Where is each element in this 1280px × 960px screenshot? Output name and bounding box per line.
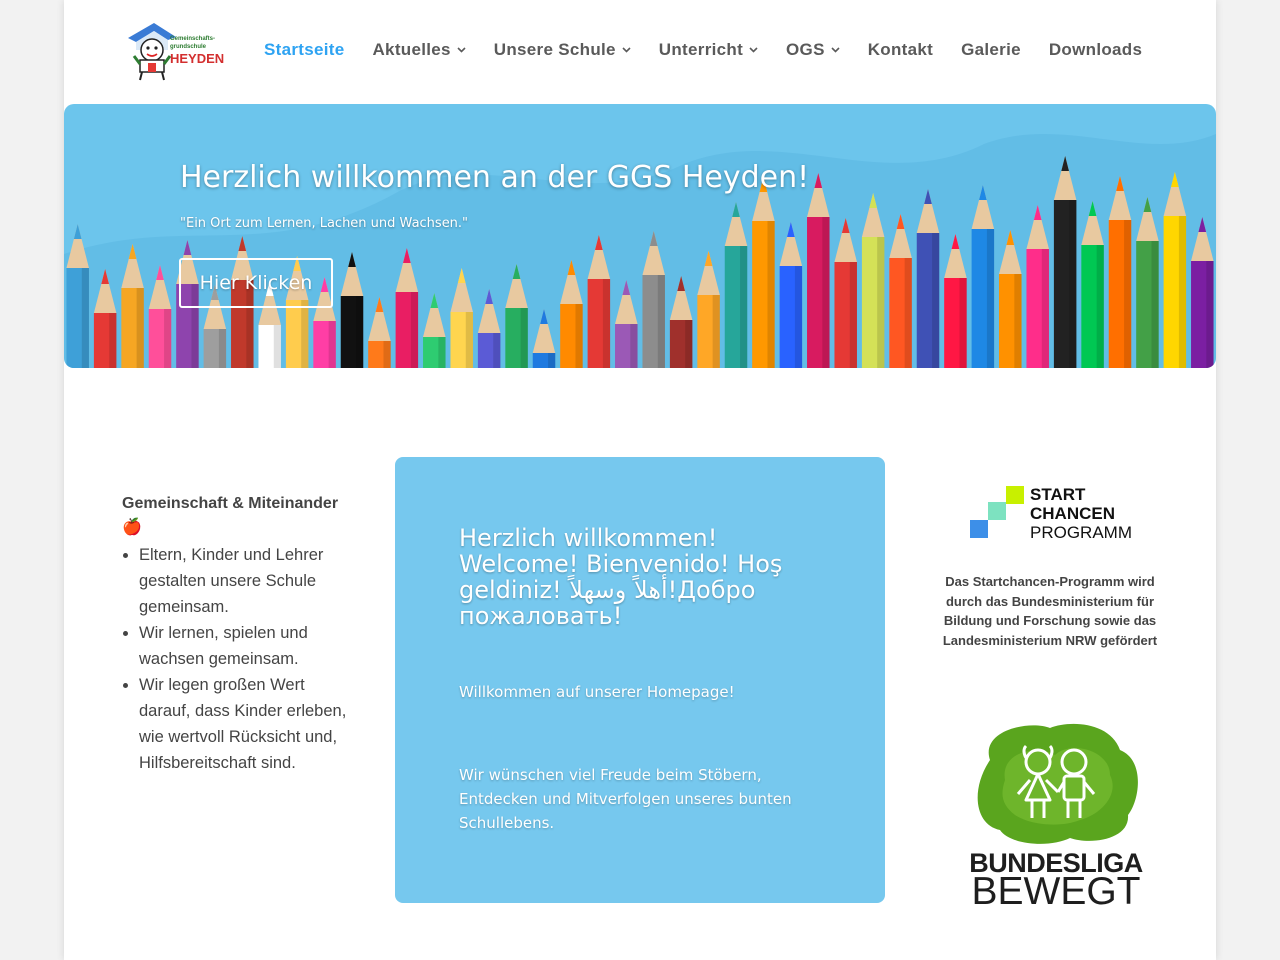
logo-line3: HEYDEN — [170, 51, 224, 66]
nav-kontakt[interactable]: Kontakt — [868, 40, 933, 60]
list-item: Wir lernen, spielen und wachsen gemeinsa… — [139, 620, 352, 672]
chevron-down-icon — [622, 47, 631, 53]
page: Gemeinschafts- grundschule HEYDEN Starts… — [64, 0, 1216, 960]
nav-aktuelles[interactable]: Aktuelles — [372, 40, 466, 60]
school-logo[interactable]: Gemeinschafts- grundschule HEYDEN — [124, 20, 224, 82]
startchancen-description: Das Startchancen-Programm wird durch das… — [942, 574, 1158, 649]
welcome-title: Herzlich willkommen! Welcome! Bienvenido… — [459, 524, 783, 630]
nav-label: Unsere Schule — [493, 40, 616, 59]
nav-label: Galerie — [961, 40, 1021, 59]
kids-icon — [977, 723, 1138, 844]
bundesliga-bewegt-logo[interactable]: BUNDESLIGA BEWEGT — [960, 720, 1152, 913]
chevron-down-icon — [749, 47, 758, 53]
bb-logo-line2: BEWEGT — [971, 870, 1141, 913]
hero-title: Herzlich willkommen an der GGS Heyden! — [180, 160, 810, 195]
main-nav: Startseite Aktuelles Unsere Schule Unter… — [264, 40, 1142, 60]
nav-label: Unterricht — [658, 40, 744, 59]
nav-label: OGS — [786, 40, 825, 59]
nav-unsere-schule[interactable]: Unsere Schule — [494, 40, 631, 60]
hero-subtitle: "Ein Ort zum Lernen, Lachen und Wachsen.… — [180, 216, 469, 231]
nav-startseite[interactable]: Startseite — [264, 40, 344, 60]
nav-label: Startseite — [264, 40, 345, 59]
nav-galerie[interactable]: Galerie — [961, 40, 1021, 60]
wish-text: Wir wünschen viel Freude beim Stöbern, E… — [459, 766, 792, 832]
welcome-box: Herzlich willkommen! Welcome! Bienvenido… — [395, 457, 885, 903]
chevron-down-icon — [457, 47, 466, 53]
logo-line1: Gemeinschafts- — [170, 36, 215, 42]
logo-line2: grundschule — [170, 44, 207, 50]
site-header: Gemeinschafts- grundschule HEYDEN Starts… — [64, 0, 1216, 104]
community-list: Eltern, Kinder und Lehrer gestalten unse… — [122, 542, 352, 776]
nav-label: Aktuelles — [372, 40, 451, 59]
pencils-background-image — [64, 134, 1216, 368]
community-section: Gemeinschaft & Miteinander🍎 Eltern, Kind… — [122, 492, 352, 776]
chevron-down-icon — [831, 47, 840, 53]
nav-unterricht[interactable]: Unterricht — [659, 40, 758, 60]
startchancen-logo[interactable]: START CHANCEN PROGRAMM — [968, 482, 1138, 544]
sc-logo-line2: CHANCEN — [1030, 504, 1115, 523]
sc-logo-line1: START — [1030, 485, 1086, 504]
nav-label: Downloads — [1048, 40, 1143, 59]
hero-cta-button[interactable]: Hier Klicken — [179, 258, 333, 308]
community-heading: Gemeinschaft & Miteinander🍎 — [122, 495, 339, 536]
sc-logo-line3: PROGRAMM — [1030, 523, 1132, 542]
list-item: Wir legen großen Wert darauf, dass Kinde… — [139, 672, 352, 776]
welcome-text: Willkommen auf unserer Homepage! — [459, 683, 735, 701]
hero-banner: Herzlich willkommen an der GGS Heyden! "… — [64, 104, 1216, 368]
nav-downloads[interactable]: Downloads — [1049, 40, 1142, 60]
nav-ogs[interactable]: OGS — [786, 40, 840, 60]
nav-label: Kontakt — [867, 40, 934, 59]
list-item: Eltern, Kinder und Lehrer gestalten unse… — [139, 542, 352, 620]
